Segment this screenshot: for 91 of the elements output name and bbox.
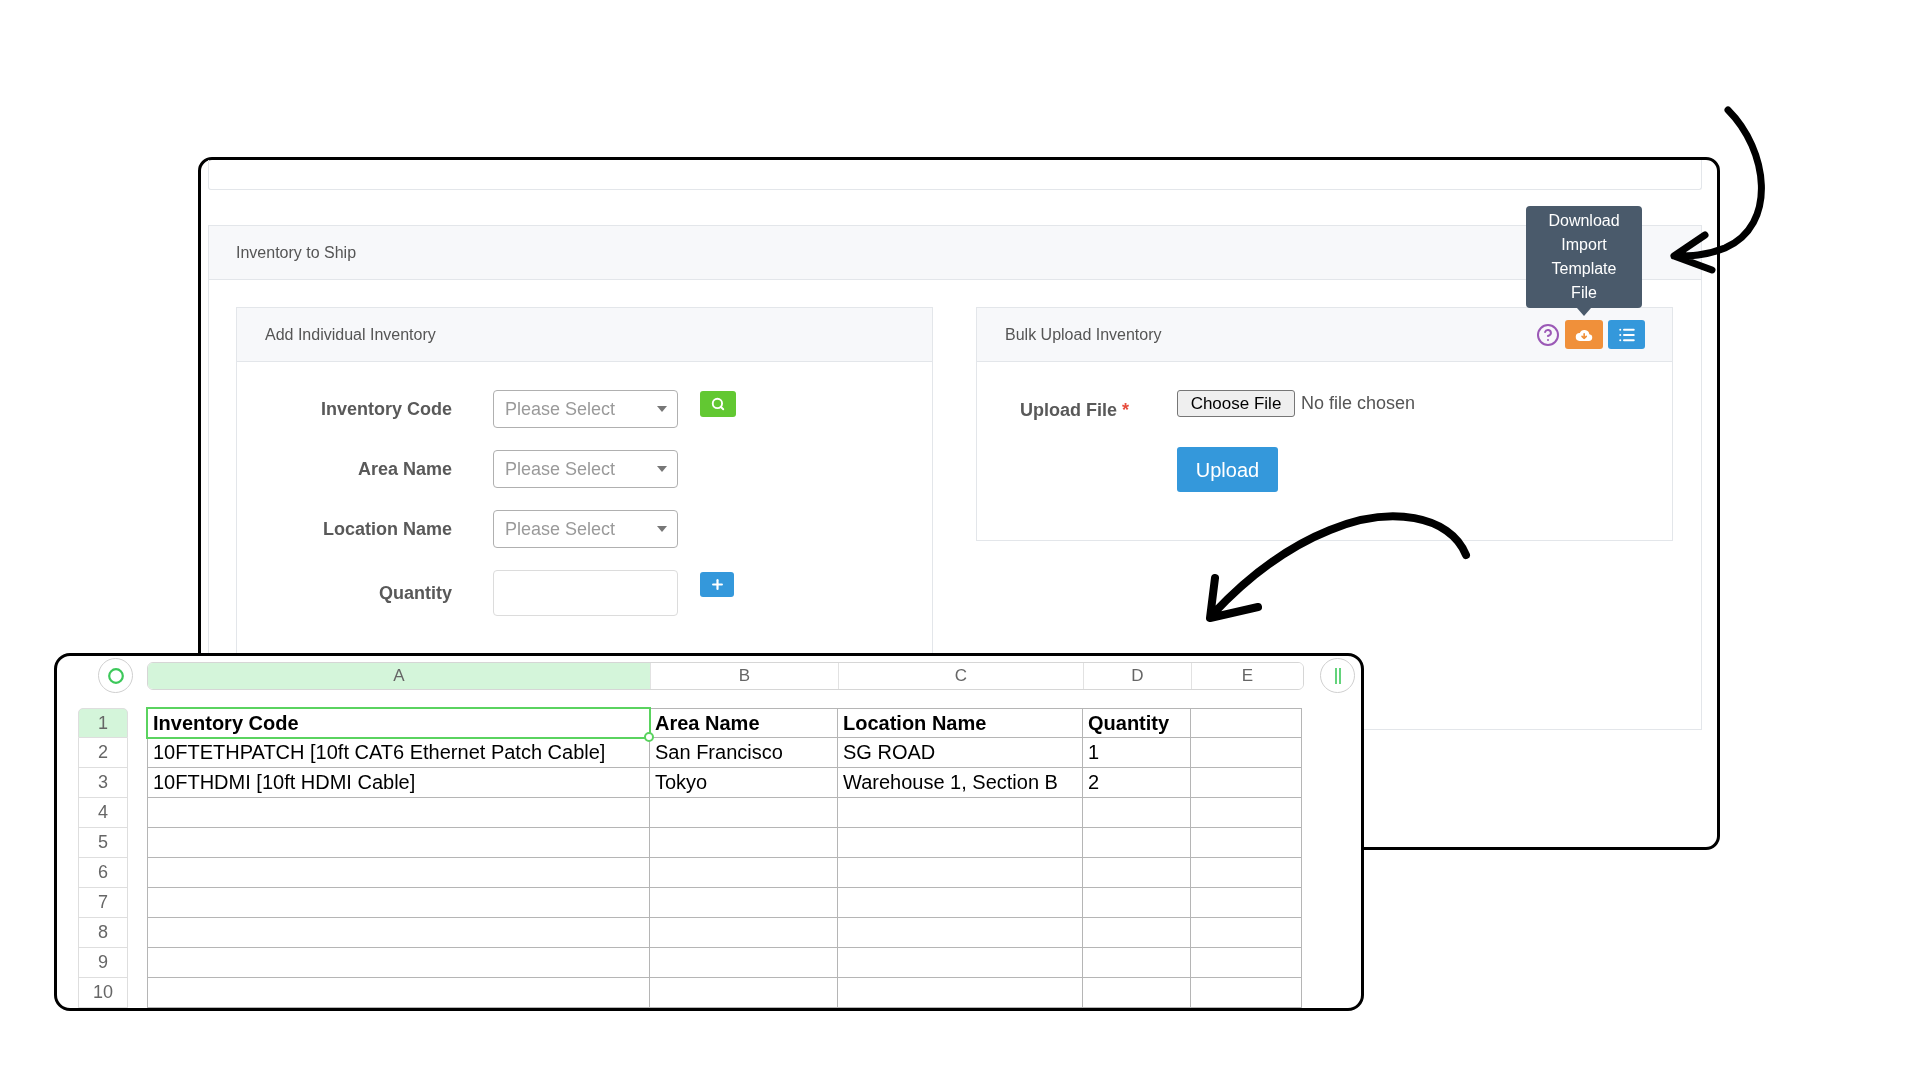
table-cell[interactable]: 1 [1083, 738, 1191, 768]
table-cell[interactable] [1083, 888, 1191, 918]
table-cell[interactable] [650, 858, 838, 888]
tooltip: Download Import Template File [1526, 206, 1642, 308]
table-cell[interactable]: Warehouse 1, Section B [838, 768, 1083, 798]
caret-icon [657, 406, 667, 412]
table-cell[interactable] [1191, 768, 1302, 798]
table-cell[interactable] [1083, 918, 1191, 948]
plus-icon [709, 577, 725, 592]
table-cell[interactable] [838, 858, 1083, 888]
add-button[interactable] [700, 572, 734, 597]
table-cell[interactable] [1191, 708, 1302, 738]
file-status: No file chosen [1301, 392, 1416, 415]
table-cell[interactable]: Location Name [838, 708, 1083, 738]
table-cell[interactable] [147, 858, 650, 888]
selection-handle-icon[interactable] [644, 732, 654, 742]
tooltip-pointer-icon [1577, 308, 1591, 316]
field-label: Quantity [379, 581, 452, 605]
table-cell[interactable] [838, 798, 1083, 828]
search-button[interactable] [700, 391, 736, 417]
table-cell[interactable] [147, 828, 650, 858]
round-button[interactable] [1320, 658, 1355, 693]
table-cell[interactable] [1191, 798, 1302, 828]
table-cell[interactable] [838, 948, 1083, 978]
table-cell[interactable]: Area Name [650, 708, 838, 738]
row-header[interactable]: 7 [78, 888, 128, 918]
table-cell[interactable] [1191, 858, 1302, 888]
required-asterisk: * [1122, 399, 1130, 422]
table-cell[interactable] [1083, 858, 1191, 888]
panel-title: Bulk Upload Inventory [1005, 324, 1162, 345]
table-cell[interactable] [838, 918, 1083, 948]
choose-file-button[interactable]: Choose File [1177, 390, 1295, 417]
table-cell[interactable] [650, 948, 838, 978]
table-cell[interactable] [838, 828, 1083, 858]
row-header[interactable]: 9 [78, 948, 128, 978]
table-cell[interactable] [1083, 948, 1191, 978]
column-header[interactable]: A [148, 662, 651, 689]
table-cell[interactable] [1083, 978, 1191, 1008]
row-header[interactable]: 2 [78, 738, 128, 768]
ring-icon [107, 667, 124, 684]
table-cell[interactable]: 10FTHDMI [10ft HDMI Cable] [147, 768, 650, 798]
field-label: Area Name [357, 457, 452, 481]
table-cell[interactable] [1191, 828, 1302, 858]
upload-button[interactable]: Upload [1177, 447, 1278, 492]
table-cell[interactable] [838, 978, 1083, 1008]
table-cell[interactable] [147, 948, 650, 978]
table-cell[interactable] [650, 978, 838, 1008]
table-cell[interactable]: San Francisco [650, 738, 838, 768]
table-cell[interactable] [147, 888, 650, 918]
field-label: Upload File [1020, 399, 1117, 422]
download-button[interactable] [1565, 320, 1603, 349]
table-cell[interactable]: Tokyo [650, 768, 838, 798]
search-icon [711, 397, 725, 411]
row-header[interactable]: 8 [78, 918, 128, 948]
help-icon[interactable] [1536, 322, 1560, 347]
table-cell[interactable]: 10FTETHPATCH [10ft CAT6 Ethernet Patch Cable] [147, 738, 650, 768]
cloud-download-icon [1575, 328, 1593, 341]
panel-title: Add Individual Inventory [265, 324, 436, 345]
table-cell[interactable] [1083, 798, 1191, 828]
caret-icon [657, 526, 667, 532]
row-header[interactable]: 5 [78, 828, 128, 858]
table-cell[interactable] [147, 918, 650, 948]
table-cell[interactable] [1191, 918, 1302, 948]
list-button[interactable] [1608, 320, 1645, 349]
caret-icon [657, 466, 667, 472]
table-cell[interactable] [650, 828, 838, 858]
table-cell[interactable] [650, 798, 838, 828]
row-header[interactable]: 4 [78, 798, 128, 828]
round-button[interactable] [98, 658, 133, 693]
table-cell[interactable]: Quantity [1083, 708, 1191, 738]
table-cell[interactable] [1191, 978, 1302, 1008]
table-cell[interactable] [147, 798, 650, 828]
table-cell[interactable]: SG ROAD [838, 738, 1083, 768]
panel-title: Inventory to Ship [236, 242, 357, 263]
field-label: Location Name [322, 517, 452, 541]
row-header[interactable]: 10 [78, 978, 128, 1008]
row-header[interactable]: 6 [78, 858, 128, 888]
table-cell[interactable] [650, 888, 838, 918]
row-header[interactable]: 1 [78, 708, 128, 738]
double-bar-icon [1334, 667, 1341, 684]
table-cell[interactable] [650, 918, 838, 948]
table-cell[interactable] [838, 888, 1083, 918]
table-cell[interactable] [1083, 828, 1191, 858]
table-cell[interactable] [147, 978, 650, 1008]
row-header[interactable]: 3 [78, 768, 128, 798]
table-cell[interactable]: 2 [1083, 768, 1191, 798]
field-label: Inventory Code [320, 397, 452, 421]
table-cell[interactable] [1191, 738, 1302, 768]
input-field[interactable] [493, 570, 678, 616]
table-cell[interactable] [1191, 948, 1302, 978]
table-cell[interactable] [1191, 888, 1302, 918]
